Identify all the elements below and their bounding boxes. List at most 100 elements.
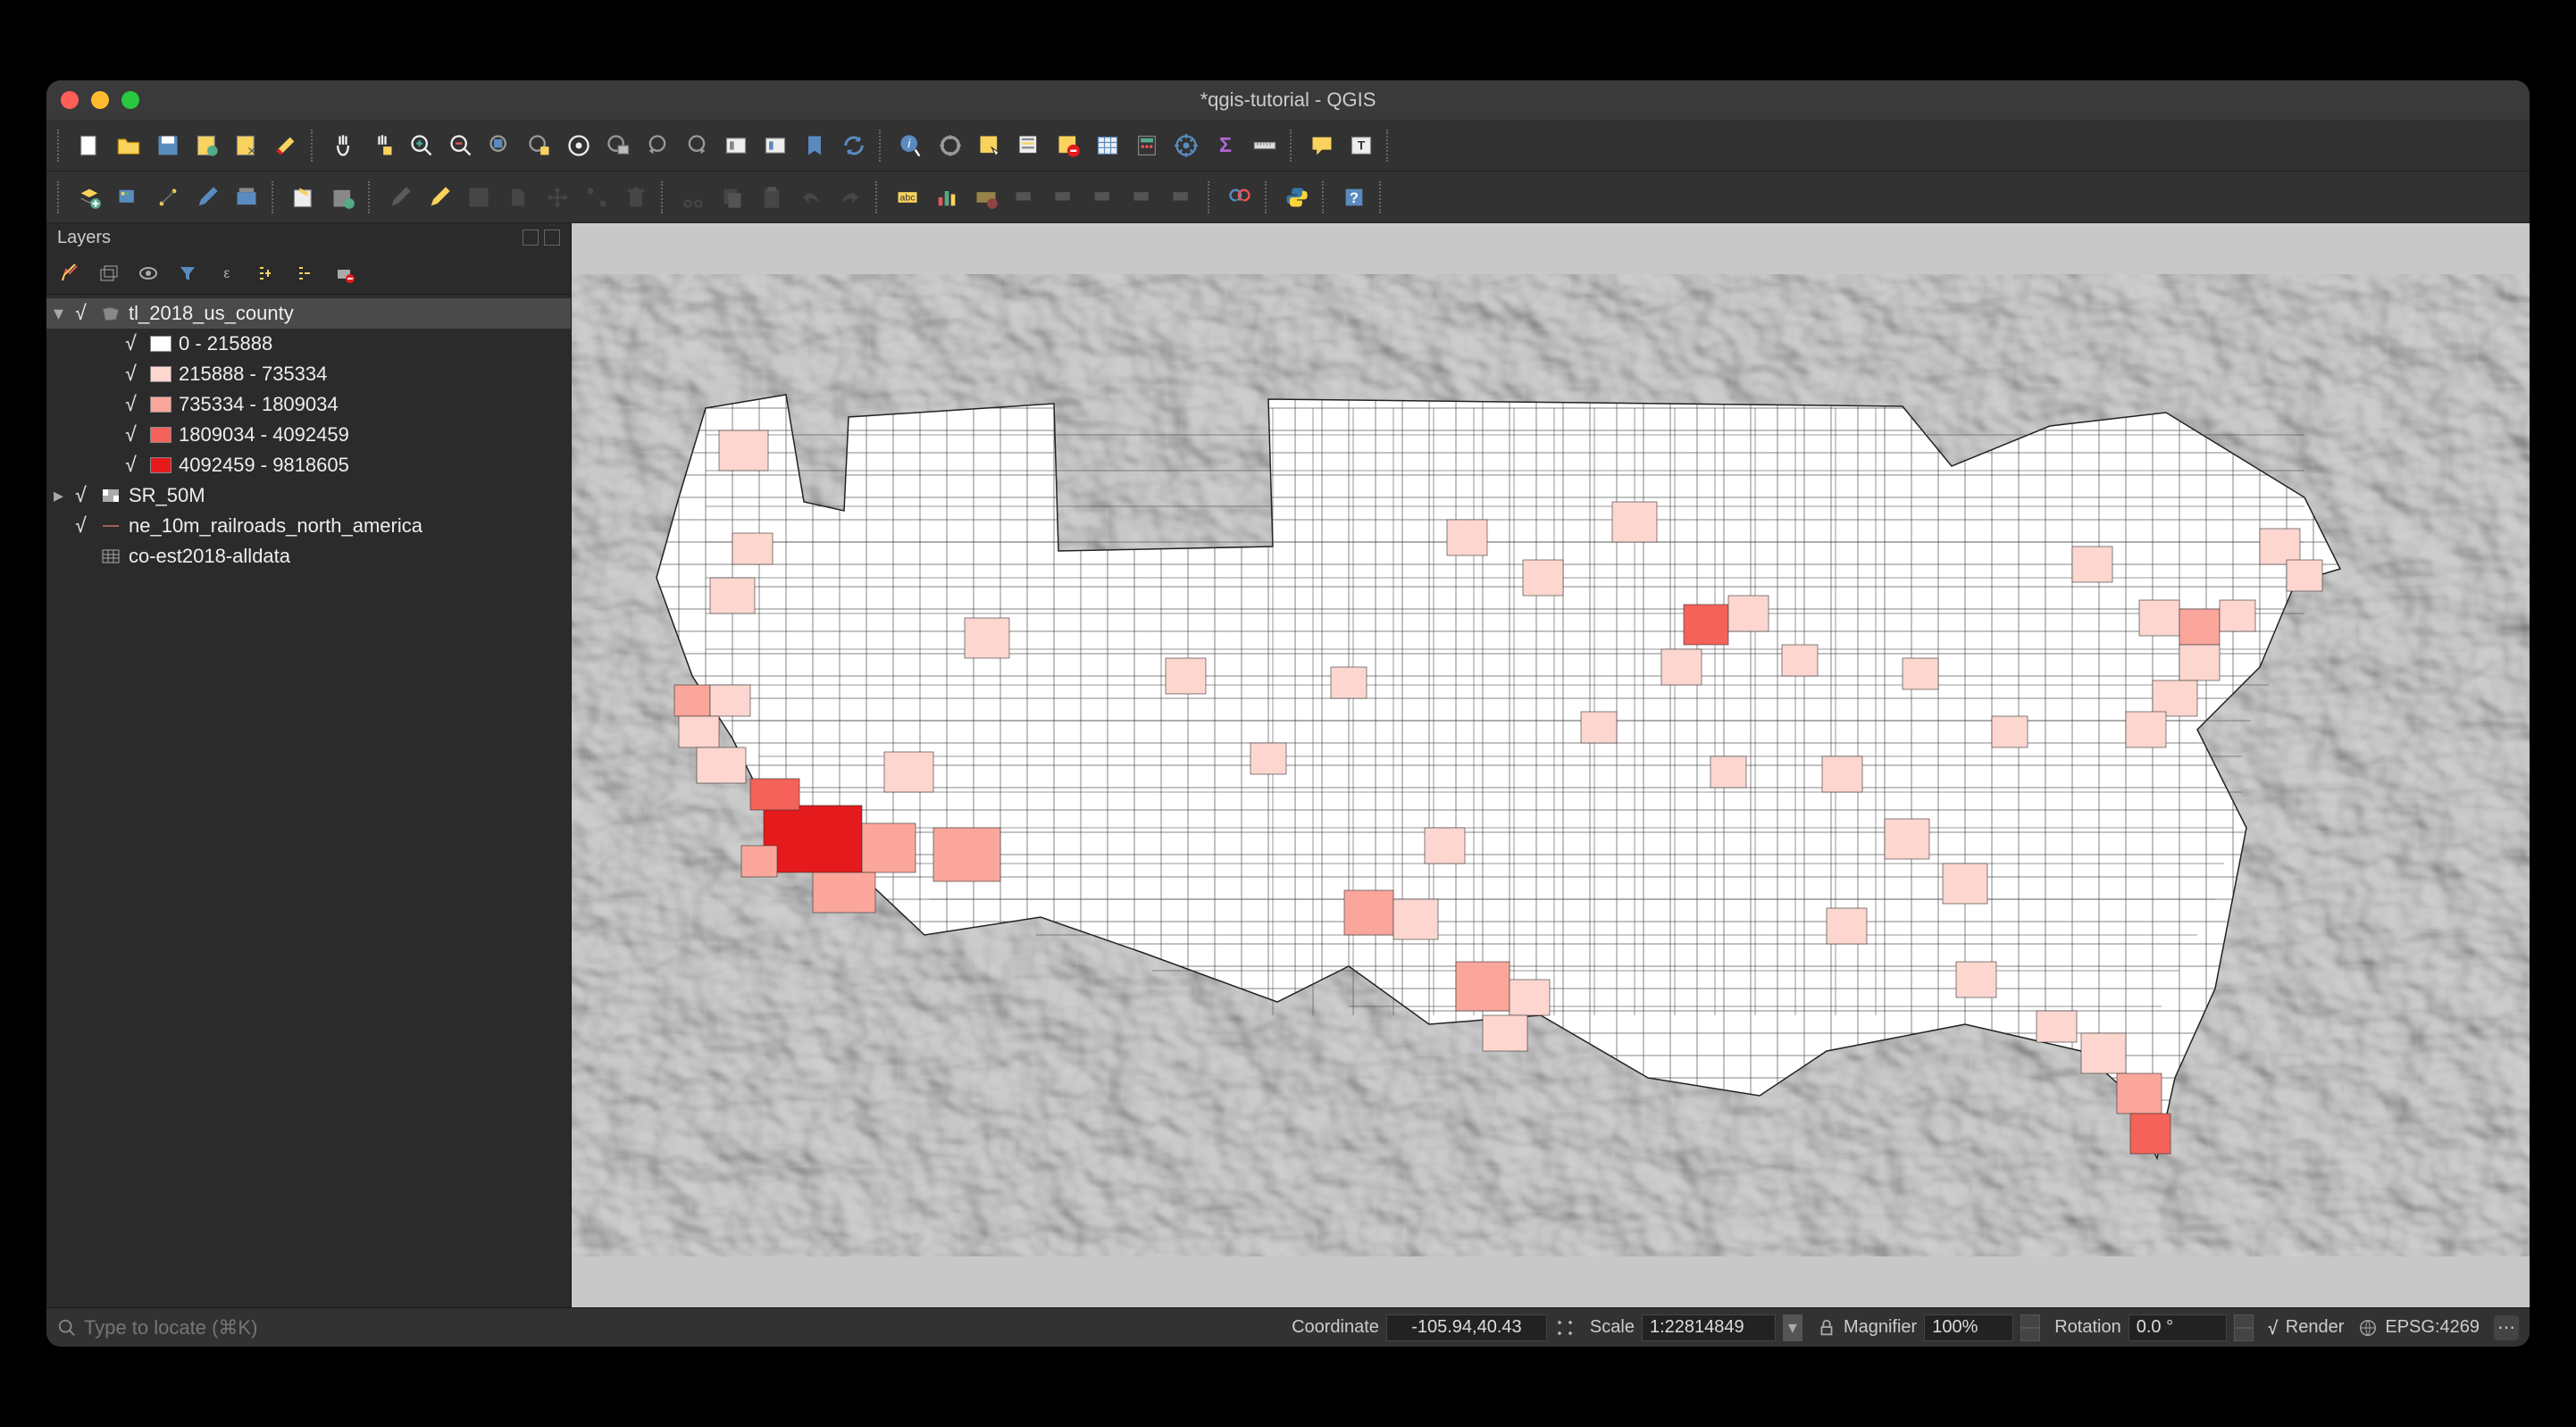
messages-button[interactable]: ⋯ <box>2494 1315 2519 1340</box>
new-virtual-layer-button[interactable] <box>229 179 264 215</box>
legend-class-row[interactable]: √ 1809034 - 4092459 <box>46 420 571 450</box>
pan-button[interactable] <box>325 128 361 163</box>
help-button[interactable]: ? <box>1336 179 1372 215</box>
class-checkbox[interactable]: √ <box>125 455 143 477</box>
zoom-in-button[interactable] <box>404 128 439 163</box>
zoom-full-button[interactable] <box>522 128 557 163</box>
scale-input[interactable] <box>1642 1314 1776 1341</box>
layer-checkbox[interactable]: √ <box>75 303 93 325</box>
move-feature-button[interactable] <box>539 179 575 215</box>
deselect-all-button[interactable] <box>1050 128 1086 163</box>
new-print-layout-button[interactable] <box>189 128 225 163</box>
save-project-button[interactable] <box>150 128 186 163</box>
redo-button[interactable] <box>832 179 868 215</box>
undo-button[interactable] <box>793 179 829 215</box>
label-button[interactable]: abc <box>890 179 925 215</box>
change-label-button[interactable] <box>1165 179 1200 215</box>
move-label-button[interactable] <box>1086 179 1122 215</box>
remove-layer-button[interactable] <box>329 257 361 289</box>
close-window-button[interactable] <box>61 91 79 109</box>
show-labels-button[interactable] <box>1047 179 1083 215</box>
crs-group[interactable]: EPSG:4269 <box>2358 1317 2480 1338</box>
vertex-tool-button[interactable] <box>579 179 615 215</box>
measure-button[interactable] <box>1247 128 1283 163</box>
minimize-window-button[interactable] <box>91 91 109 109</box>
map-canvas[interactable] <box>572 223 2530 1307</box>
copy-button[interactable] <box>715 179 750 215</box>
new-geopackage-button[interactable] <box>286 179 322 215</box>
legend-class-row[interactable]: √ 215888 - 735334 <box>46 359 571 389</box>
edit-pencil-button[interactable] <box>422 179 457 215</box>
statistics-button[interactable]: Σ <box>1208 128 1243 163</box>
new-project-button[interactable] <box>71 128 107 163</box>
text-annotation-button[interactable]: T <box>1343 128 1379 163</box>
toolbox-button[interactable] <box>1168 128 1204 163</box>
style-manager-button[interactable] <box>268 128 304 163</box>
legend-class-row[interactable]: √ 0 - 215888 <box>46 329 571 359</box>
rotation-spinner[interactable] <box>2234 1314 2254 1341</box>
class-checkbox[interactable]: √ <box>125 333 143 355</box>
label-highlight-button[interactable] <box>968 179 1004 215</box>
render-checkbox[interactable]: √ <box>2268 1317 2279 1339</box>
add-vector-layer-button[interactable] <box>71 179 107 215</box>
manage-visibility-button[interactable] <box>132 257 164 289</box>
expand-arrow-icon[interactable]: ▾ <box>54 302 68 325</box>
open-table-button[interactable] <box>1090 128 1125 163</box>
rotation-input[interactable] <box>2129 1314 2227 1341</box>
panel-close-button[interactable] <box>544 229 560 246</box>
layer-style-button[interactable] <box>54 257 86 289</box>
select-by-value-button[interactable] <box>1011 128 1047 163</box>
maximize-window-button[interactable] <box>121 91 139 109</box>
class-checkbox[interactable]: √ <box>125 394 143 416</box>
expand-all-button[interactable] <box>250 257 282 289</box>
layer-row-alldata[interactable]: co-est2018-alldata <box>46 541 571 572</box>
class-checkbox[interactable]: √ <box>125 424 143 446</box>
layer-row-county[interactable]: ▾ √ tl_2018_us_county <box>46 298 571 329</box>
metasearch-button[interactable] <box>1222 179 1258 215</box>
zoom-to-selection-button[interactable] <box>561 128 597 163</box>
current-edits-button[interactable] <box>382 179 418 215</box>
action-button[interactable] <box>933 128 968 163</box>
magnifier-input[interactable] <box>1924 1314 2013 1341</box>
diagram-button[interactable] <box>929 179 965 215</box>
pan-to-selection-button[interactable] <box>364 128 400 163</box>
zoom-to-layer-button[interactable] <box>600 128 636 163</box>
locator-input[interactable] <box>84 1316 754 1339</box>
add-feature-button[interactable] <box>500 179 536 215</box>
magnifier-spinner[interactable] <box>2020 1314 2040 1341</box>
zoom-next-button[interactable] <box>679 128 715 163</box>
filter-expr-button[interactable]: ε <box>211 257 243 289</box>
zoom-native-button[interactable] <box>482 128 518 163</box>
coordinate-input[interactable] <box>1386 1314 1547 1341</box>
pin-labels-button[interactable] <box>1008 179 1043 215</box>
toggle-editing-button[interactable] <box>189 179 225 215</box>
rotate-label-button[interactable] <box>1125 179 1161 215</box>
paste-button[interactable] <box>754 179 790 215</box>
cut-button[interactable] <box>675 179 711 215</box>
identify-button[interactable]: i <box>893 128 929 163</box>
add-group-button[interactable] <box>93 257 125 289</box>
field-calculator-button[interactable] <box>1129 128 1165 163</box>
collapse-all-button[interactable] <box>289 257 322 289</box>
new-map-view-button[interactable] <box>718 128 754 163</box>
scale-dropdown[interactable]: ▾ <box>1783 1314 1802 1341</box>
legend-class-row[interactable]: √ 4092459 - 9818605 <box>46 450 571 480</box>
new-shapefile-button[interactable] <box>150 179 186 215</box>
add-raster-layer-button[interactable] <box>111 179 146 215</box>
legend-class-row[interactable]: √ 735334 - 1809034 <box>46 389 571 420</box>
lock-icon[interactable] <box>1817 1318 1836 1338</box>
filter-legend-button[interactable] <box>171 257 204 289</box>
save-edits-button[interactable] <box>461 179 497 215</box>
zoom-out-button[interactable] <box>443 128 479 163</box>
refresh-button[interactable] <box>836 128 872 163</box>
panel-undock-button[interactable] <box>523 229 539 246</box>
new-bookmark-button[interactable] <box>797 128 832 163</box>
locator-search[interactable] <box>57 1316 754 1339</box>
layer-row-sr50m[interactable]: ▸ √ SR_50M <box>46 480 571 511</box>
expand-arrow-icon[interactable]: ▸ <box>54 484 68 507</box>
layout-manager-button[interactable] <box>229 128 264 163</box>
new-spatialite-button[interactable] <box>325 179 361 215</box>
class-checkbox[interactable]: √ <box>125 363 143 386</box>
extents-icon[interactable] <box>1554 1317 1576 1339</box>
open-project-button[interactable] <box>111 128 146 163</box>
